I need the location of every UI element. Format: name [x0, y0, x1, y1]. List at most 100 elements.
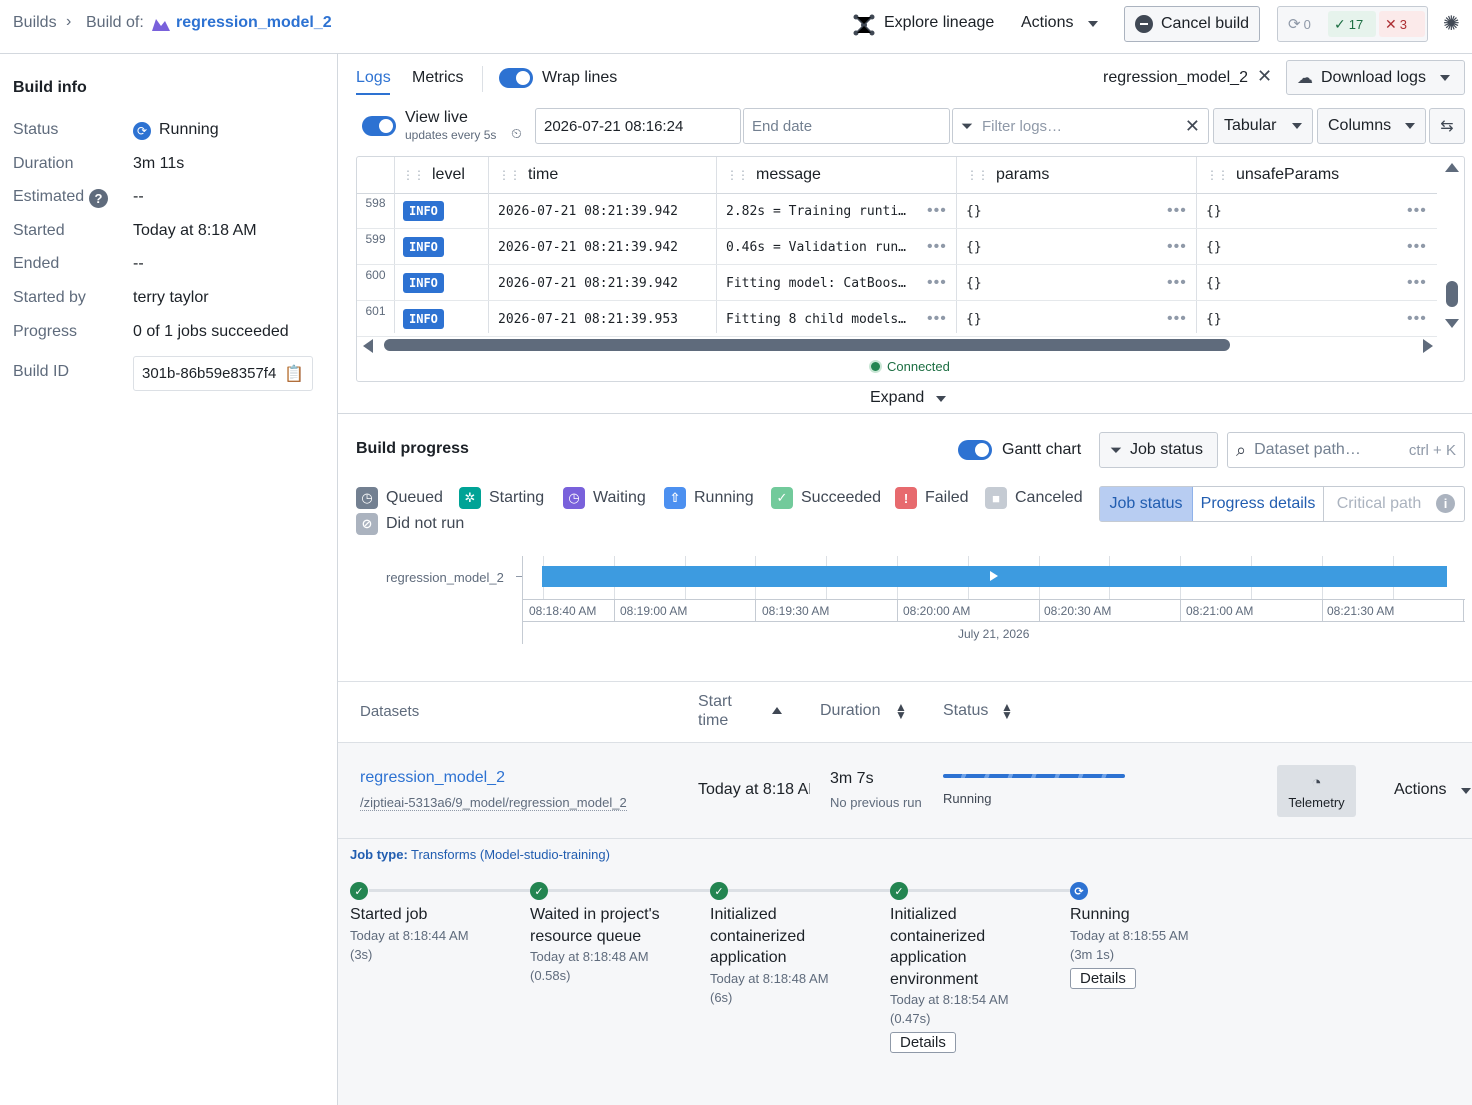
col-level[interactable]: ⋮⋮ level: [402, 157, 465, 193]
col-message[interactable]: ⋮⋮ message: [726, 157, 821, 193]
gantt-chart-toggle[interactable]: [958, 440, 992, 460]
breadcrumb-builds[interactable]: Builds: [13, 14, 57, 32]
explore-lineage-button[interactable]: Explore lineage: [884, 14, 994, 32]
build-id-field[interactable]: 301b-86b59e8357f4 📋: [133, 356, 313, 391]
view-live-toggle[interactable]: [362, 116, 396, 136]
drag-handle-icon[interactable]: ⋮⋮: [726, 168, 749, 182]
more-icon[interactable]: •••: [1167, 301, 1187, 337]
check-icon: ✓: [350, 882, 368, 900]
drag-handle-icon[interactable]: ⋮⋮: [402, 168, 425, 182]
info-icon[interactable]: i: [1436, 494, 1455, 513]
details-button[interactable]: Details: [1070, 967, 1136, 989]
more-icon[interactable]: •••: [1167, 229, 1187, 265]
ended-value: --: [133, 255, 144, 272]
more-icon[interactable]: •••: [1167, 193, 1187, 229]
breadcrumb-dataset[interactable]: regression_model_2: [176, 14, 332, 32]
gantt-chart-label: Gantt chart: [1002, 441, 1082, 458]
clipboard-icon[interactable]: 📋: [284, 364, 304, 384]
col-time[interactable]: ⋮⋮ time: [498, 157, 558, 193]
clear-dataset-icon[interactable]: ✕: [1257, 66, 1272, 87]
filter-logs-input[interactable]: ⏷ Filter logs… ✕: [952, 108, 1209, 144]
sort-icon[interactable]: ▲ ▼: [895, 701, 907, 721]
tab-metrics[interactable]: Metrics: [412, 69, 464, 87]
succeeded-count[interactable]: ✓ 17: [1328, 11, 1376, 37]
connected-dot-icon: [871, 362, 880, 371]
scroll-thumb[interactable]: [1446, 281, 1458, 307]
actions-menu-button[interactable]: Actions: [1021, 14, 1073, 32]
settings-icon[interactable]: ✺: [1443, 11, 1460, 36]
drag-handle-icon[interactable]: ⋮⋮: [1206, 168, 1229, 182]
info-tag: INFO: [403, 201, 444, 221]
clear-filter-icon[interactable]: ✕: [1185, 116, 1200, 137]
end-date-input[interactable]: End date: [743, 108, 950, 144]
help-icon[interactable]: ?: [89, 189, 108, 208]
scroll-down-icon[interactable]: [1445, 319, 1459, 328]
dataset-name-link[interactable]: regression_model_2: [360, 769, 505, 787]
more-icon[interactable]: •••: [1407, 265, 1427, 301]
drag-handle-icon[interactable]: ⋮⋮: [498, 168, 521, 182]
expand-button[interactable]: Expand: [870, 389, 924, 407]
unsafe-params-cell: {}: [1206, 239, 1222, 255]
job-status-filter-button[interactable]: ⏷ Job status: [1099, 432, 1218, 468]
tab-logs[interactable]: Logs: [356, 69, 391, 87]
dataset-path[interactable]: /ziptieai-5313a6/9_model/regression_mode…: [360, 795, 627, 811]
filter-icon: ⏷: [961, 117, 974, 135]
more-icon[interactable]: •••: [1407, 193, 1427, 229]
table-row[interactable]: 600 INFO 2026-07-21 08:21:39.942 Fitting mo…: [357, 265, 1437, 301]
cancel-build-button[interactable]: Cancel build: [1124, 6, 1261, 42]
more-icon[interactable]: •••: [1167, 265, 1187, 301]
row-actions-button[interactable]: Actions: [1394, 781, 1446, 799]
view-tab-job-status[interactable]: Job status: [1100, 487, 1193, 521]
download-logs-button[interactable]: ☁ Download logs: [1286, 60, 1465, 95]
table-row[interactable]: 599 INFO 2026-07-21 08:21:39.942 0.46s = Va…: [357, 229, 1437, 265]
density-button[interactable]: ⇆: [1429, 108, 1465, 144]
col-params[interactable]: ⋮⋮ params: [966, 157, 1049, 193]
sort-asc-icon[interactable]: [772, 707, 782, 714]
more-icon[interactable]: •••: [1407, 229, 1427, 265]
level-cell: INFO: [403, 193, 444, 229]
scroll-right-icon[interactable]: [1423, 339, 1433, 353]
step-time: Today at 8:18:48 AM: [530, 949, 649, 964]
start-date-input[interactable]: 2026-07-21 08:16:24: [535, 108, 741, 144]
tabular-select[interactable]: Tabular: [1213, 108, 1313, 144]
scroll-up-icon[interactable]: [1445, 163, 1459, 172]
gantt-tick-label: 08:21:00 AM: [1186, 604, 1254, 618]
build-info-panel: Build info Status ⟳ Running Duration 3m …: [0, 54, 338, 1105]
gantt-tick-divider: [614, 599, 615, 621]
view-tab-critical-path[interactable]: Critical path: [1324, 487, 1434, 521]
progress-label: Progress: [13, 323, 78, 340]
telemetry-button[interactable]: ◔ Telemetry: [1277, 765, 1356, 817]
start-time-col-header-1[interactable]: Start: [698, 693, 732, 711]
scroll-left-icon[interactable]: [363, 339, 373, 353]
wrap-lines-toggle[interactable]: [499, 68, 533, 88]
running-count[interactable]: ⟳ 0: [1282, 11, 1326, 37]
table-row[interactable]: 601 INFO 2026-07-21 08:21:39.953 Fitting 8 …: [357, 301, 1437, 337]
start-time-col-header-2[interactable]: time: [698, 712, 728, 730]
job-count-group: ⟳ 0 ✓ 17 ✕ 3: [1277, 6, 1428, 42]
more-icon[interactable]: •••: [927, 229, 947, 265]
col-unsafe-params[interactable]: ⋮⋮ unsafeParams: [1206, 157, 1339, 193]
gantt-tick-divider: [1463, 599, 1464, 621]
more-icon[interactable]: •••: [927, 301, 947, 337]
horizontal-scrollbar[interactable]: [357, 334, 1437, 356]
vertical-scrollbar[interactable]: [1438, 157, 1464, 333]
view-tab-progress-details[interactable]: Progress details: [1193, 487, 1324, 521]
more-icon[interactable]: •••: [1407, 301, 1427, 337]
chevron-down-icon: [1292, 123, 1302, 129]
updates-every-label: updates every 5s: [405, 128, 497, 142]
more-icon[interactable]: •••: [927, 265, 947, 301]
step-started-job: ✓ Started job Today at 8:18:44 AM (3s): [350, 882, 520, 964]
columns-select[interactable]: Columns: [1317, 108, 1426, 144]
details-button[interactable]: Details: [890, 1032, 956, 1053]
status-col-header[interactable]: Status: [943, 702, 988, 720]
table-row[interactable]: 598 INFO 2026-07-21 08:21:39.942 2.82s = Tr…: [357, 193, 1437, 229]
dataset-path-search[interactable]: ⌕ Dataset path… ctrl + K: [1227, 432, 1465, 468]
failed-count[interactable]: ✕ 3: [1379, 11, 1425, 37]
h-scroll-thumb[interactable]: [384, 339, 1230, 351]
drag-handle-icon[interactable]: ⋮⋮: [966, 168, 989, 182]
clock-icon: ◷: [356, 487, 378, 509]
sort-icon[interactable]: ▲ ▼: [1001, 701, 1013, 721]
more-icon[interactable]: •••: [927, 193, 947, 229]
duration-col-header[interactable]: Duration: [820, 702, 880, 720]
step-resource-queue: ✓ Waited in project's resource queue Tod…: [530, 882, 700, 985]
